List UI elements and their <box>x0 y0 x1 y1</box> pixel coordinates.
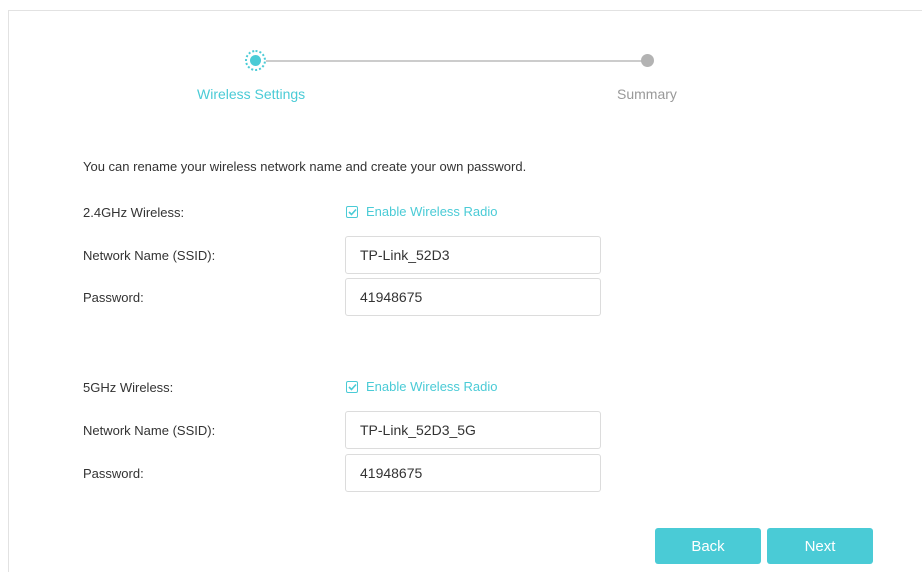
band-24-label: 2.4GHz Wireless: <box>83 205 185 220</box>
band-5-enable-toggle[interactable]: Enable Wireless Radio <box>346 379 498 394</box>
band-24-password-input[interactable] <box>345 278 601 316</box>
intro-text: You can rename your wireless network nam… <box>83 159 527 174</box>
step-label-summary: Summary <box>617 86 677 102</box>
progress-line <box>255 60 648 62</box>
step-active-indicator <box>245 50 266 71</box>
band-24-ssid-input[interactable] <box>345 236 601 274</box>
band-5-password-label: Password: <box>83 466 144 481</box>
step-label-wireless-settings: Wireless Settings <box>197 86 306 102</box>
band-5-ssid-label: Network Name (SSID): <box>83 423 216 438</box>
band-5-label: 5GHz Wireless: <box>83 380 174 395</box>
back-button[interactable]: Back <box>655 528 761 564</box>
band-5-enable-checkbox[interactable] <box>346 380 358 393</box>
band-24-ssid-label: Network Name (SSID): <box>83 248 216 263</box>
check-icon <box>347 208 357 216</box>
check-icon <box>347 383 357 391</box>
band-24-password-label: Password: <box>83 290 144 305</box>
next-button[interactable]: Next <box>767 528 873 564</box>
band-5-password-input[interactable] <box>345 454 601 492</box>
band-24-enable-checkbox[interactable] <box>346 205 358 218</box>
band-5-enable-label: Enable Wireless Radio <box>366 379 498 394</box>
band-24-enable-toggle[interactable]: Enable Wireless Radio <box>346 204 498 219</box>
band-24-enable-label: Enable Wireless Radio <box>366 204 498 219</box>
step-pending-indicator <box>641 54 654 67</box>
band-5-ssid-input[interactable] <box>345 411 601 449</box>
